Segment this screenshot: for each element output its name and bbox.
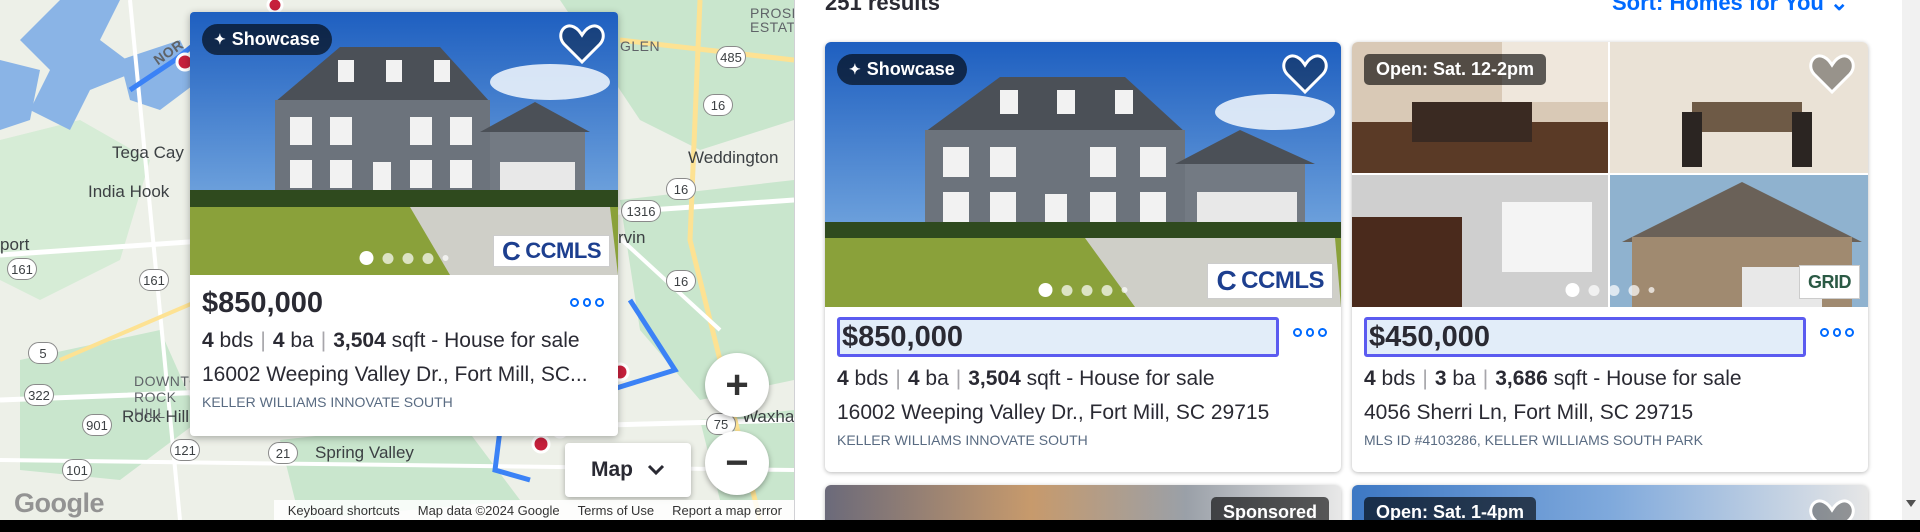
sort-dropdown[interactable]: Sort: Homes for You ⌄	[1612, 0, 1848, 16]
route-shield: 161	[139, 269, 169, 291]
listing-facts: 4 bds | 4 ba | 3,504 sqft - House for sale	[202, 329, 580, 352]
zoom-out-button[interactable]: −	[705, 431, 769, 495]
minus-icon: −	[725, 441, 749, 485]
map-label-glen: GLEN	[620, 38, 661, 54]
sort-label: Sort: Homes for You	[1612, 0, 1824, 15]
listing-photo[interactable]: Open: Sat. 12-2pm GRID	[1352, 42, 1868, 307]
scrollbar[interactable]	[1902, 0, 1920, 520]
report-error-link[interactable]: Report a map error	[672, 503, 782, 518]
map-label-india-hook: India Hook	[88, 182, 170, 201]
heart-icon[interactable]	[1808, 52, 1856, 96]
route-shield: 16	[666, 178, 696, 200]
open-house-badge: Open: Sat. 12-2pm	[1364, 54, 1547, 85]
route-shield: 21	[268, 442, 298, 464]
showcase-badge: ✦ Showcase	[837, 54, 967, 85]
badge-label: Open: Sat. 12-2pm	[1376, 59, 1535, 79]
route-shield: 901	[82, 414, 112, 436]
listing-card[interactable]: Sponsored	[825, 485, 1341, 520]
sponsored-badge: Sponsored	[1210, 497, 1329, 520]
open-house-badge: Open: Sat. 1-4pm	[1364, 497, 1537, 520]
listing-card[interactable]: ✦ Showcase C CCMLS $850,000 4 bds | 4 ba | 3,…	[825, 42, 1341, 472]
results-count: 251 results	[825, 0, 940, 15]
map-label-tega-cay: Tega Cay	[112, 143, 184, 162]
ccmls-logo: C CCMLS	[493, 235, 610, 267]
route-shield: 121	[170, 439, 200, 461]
google-logo: Google	[14, 488, 105, 518]
listing-broker: MLS ID #4103286, KELLER WILLIAMS SOUTH P…	[1364, 432, 1703, 448]
sparkle-icon: ✦	[849, 61, 861, 77]
route-shield: 322	[24, 384, 54, 406]
listing-address[interactable]: 16002 Weeping Valley Dr., Fort Mill, SC.…	[202, 363, 606, 387]
listing-address[interactable]: 4056 Sherri Ln, Fort Mill, SC 29715	[1364, 401, 1856, 425]
listing-card[interactable]: Open: Sat. 1-4pm	[1352, 485, 1868, 520]
more-options-icon[interactable]	[570, 295, 605, 309]
listing-photo[interactable]: Sponsored	[825, 485, 1341, 520]
photo-carousel-dots[interactable]	[359, 251, 449, 265]
keyboard-shortcuts-link[interactable]: Keyboard shortcuts	[288, 503, 400, 518]
listing-broker: KELLER WILLIAMS INNOVATE SOUTH	[202, 394, 453, 410]
route-shield: 16	[666, 270, 696, 292]
listing-photo[interactable]: ✦ Showcase C CCMLS	[190, 12, 618, 275]
listing-facts: 4 bds | 3 ba | 3,686 sqft - House for sale	[1364, 367, 1742, 390]
results-panel[interactable]: 251 results Sort: Homes for You ⌄ ✦ Show…	[794, 0, 1920, 520]
badge-label: Showcase	[866, 59, 955, 79]
route-shield: 16	[703, 94, 733, 116]
map-label-prosperity: PROSP ESTAT	[750, 5, 794, 35]
map-footer: Keyboard shortcuts Map data ©2024 Google…	[273, 500, 794, 520]
listing-photo[interactable]: ✦ Showcase C CCMLS	[825, 42, 1341, 307]
map-label-rvin: rvin	[618, 228, 646, 247]
route-shield: 485	[716, 46, 746, 68]
ccmls-logo: C CCMLS	[1207, 263, 1333, 299]
photo-carousel-dots[interactable]	[1038, 283, 1128, 297]
map-label-port: port	[0, 235, 30, 254]
listing-photo[interactable]: Open: Sat. 1-4pm	[1352, 485, 1868, 520]
route-shield: 101	[62, 459, 92, 481]
badge-label: Sponsored	[1222, 502, 1317, 520]
zoom-in-button[interactable]: +	[705, 353, 769, 417]
listing-price[interactable]: $850,000	[202, 283, 606, 323]
badge-label: Showcase	[231, 29, 320, 49]
map-label-weddington: Weddington	[688, 148, 779, 167]
listing-facts: 4 bds | 4 ba | 3,504 sqft - House for sale	[837, 367, 1215, 390]
map-type-dropdown[interactable]: Map	[565, 443, 691, 497]
listing-address[interactable]: 16002 Weeping Valley Dr., Fort Mill, SC …	[837, 401, 1329, 425]
map-popup-card[interactable]: ✦ Showcase C CCMLS $850,000 4 bds | 4 ba | 3,…	[190, 12, 618, 436]
map-data-text: Map data ©2024 Google	[417, 502, 560, 518]
chevron-down-icon: ⌄	[1830, 0, 1849, 15]
grid-logo: GRID	[1799, 265, 1860, 299]
chevron-down-icon	[647, 464, 665, 476]
listing-price[interactable]: $850,000	[837, 317, 1279, 357]
heart-icon[interactable]	[558, 22, 606, 66]
route-shield: 1316	[621, 200, 661, 222]
badge-label: Open: Sat. 1-4pm	[1376, 502, 1525, 520]
route-shield: 161	[7, 258, 37, 280]
heart-icon[interactable]	[1281, 52, 1329, 96]
showcase-badge: ✦ Showcase	[202, 24, 332, 55]
more-options-icon[interactable]	[1820, 325, 1855, 339]
more-options-icon[interactable]	[1293, 325, 1328, 339]
scroll-down-arrow-icon[interactable]	[1906, 500, 1916, 507]
route-shield: 5	[28, 342, 58, 364]
listing-price[interactable]: $450,000	[1364, 317, 1806, 357]
plus-icon: +	[725, 363, 749, 407]
photo-carousel-dots[interactable]	[1565, 283, 1655, 297]
terms-link[interactable]: Terms of Use	[578, 503, 655, 518]
heart-icon[interactable]	[1808, 497, 1856, 520]
listing-card[interactable]: Open: Sat. 12-2pm GRID $450,000 4 bds | 3 …	[1352, 42, 1868, 472]
sparkle-icon: ✦	[214, 31, 226, 47]
map-type-label: Map	[591, 458, 633, 481]
map-panel[interactable]: Tega Cay India Hook Weddington Rock Hill…	[0, 0, 794, 520]
listing-broker: KELLER WILLIAMS INNOVATE SOUTH	[837, 432, 1088, 448]
map-label-spring-valley: Spring Valley	[315, 443, 414, 462]
